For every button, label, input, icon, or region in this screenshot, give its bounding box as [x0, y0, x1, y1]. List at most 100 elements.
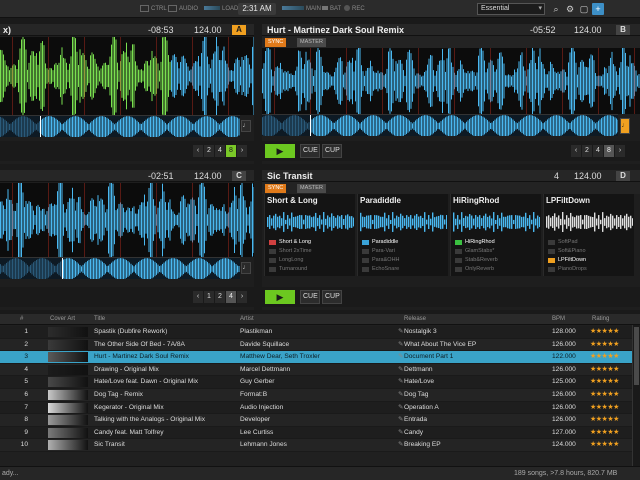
search-icon[interactable]: ⌕ [550, 3, 562, 15]
slot-cell[interactable]: GlamStabs* [453, 247, 539, 256]
deck-a-overview[interactable] [0, 115, 240, 137]
layout-select[interactable]: Essential ▾ [477, 3, 545, 15]
play-button[interactable]: ▶ [265, 290, 295, 304]
table-row[interactable]: 7 Kegerator - Original Mix Audio Injection… [0, 401, 632, 415]
slot-cell[interactable]: PianoDrops [546, 265, 632, 274]
slot-cell[interactable]: SoftPad [546, 238, 632, 247]
table-row[interactable]: 3 Hurt - Martinez Dark Soul Remix Matthew … [0, 351, 632, 364]
slot-cell[interactable]: EchoSnare [360, 265, 446, 274]
deck-a-loop-sizes[interactable]: ‹ 2 4 8 › [192, 145, 247, 157]
loop-next-icon[interactable]: › [237, 291, 247, 303]
master-button[interactable]: MASTER [297, 184, 326, 193]
deck-a-bpm[interactable]: 124.00 [194, 24, 222, 36]
edit-icon[interactable]: ✎ [398, 376, 404, 389]
deck-a-flag-button[interactable]: ♩ [241, 120, 251, 132]
col-rating[interactable]: Rating [592, 314, 609, 325]
deck-b-flag-button[interactable]: ♩ [620, 118, 630, 134]
slot-cell[interactable]: Turnaround [267, 265, 353, 274]
col-bpm[interactable]: BPM [552, 314, 565, 325]
audio-indicator[interactable]: AUDIO [168, 4, 198, 14]
fullscreen-icon[interactable]: ▢ [578, 3, 590, 15]
deck-d-letter[interactable]: D [616, 171, 630, 181]
deck-a-waveform[interactable] [0, 37, 254, 115]
deck-c-letter[interactable]: C [232, 171, 246, 181]
col-title[interactable]: Title [94, 314, 105, 325]
deck-a-letter[interactable]: A [232, 25, 246, 35]
slot-cell[interactable]: Stab&Reverb [453, 256, 539, 265]
table-row[interactable]: 4 Drawing - Original Mix Marcel Dettmann De… [0, 363, 632, 377]
cue-button[interactable]: CUE [300, 290, 320, 304]
edit-icon[interactable]: ✎ [398, 414, 404, 427]
table-row[interactable]: 10 Sic Transit Lehmann Jones Breaking EP 124… [0, 439, 632, 452]
sync-button[interactable]: SYNC [265, 38, 287, 47]
play-button[interactable]: ▶ [265, 144, 295, 158]
loop-size-active[interactable]: 4 [226, 291, 236, 303]
loop-prev-icon[interactable]: ‹ [571, 145, 581, 157]
deck-b-overview[interactable] [262, 114, 618, 136]
col-num[interactable]: # [20, 314, 23, 325]
master-button[interactable]: MASTER [297, 38, 326, 47]
loop-size-active[interactable]: 8 [604, 145, 614, 157]
table-row[interactable]: 6 Dog Tag - Remix Format:B Dog Tag 126.000 ★★… [0, 389, 632, 402]
slot-cell[interactable]: LongLong [267, 256, 353, 265]
deck-b-waveform[interactable] [262, 48, 640, 114]
cup-button[interactable]: CUP [322, 290, 342, 304]
slot-cell[interactable]: HiRingRhod [453, 238, 539, 247]
slot-cell[interactable]: Para&OHH [360, 256, 446, 265]
plus-icon[interactable]: + [592, 3, 604, 15]
slot-cell[interactable]: Para-Vari [360, 247, 446, 256]
deck-d-bpm[interactable]: 124.00 [574, 170, 602, 182]
table-row[interactable]: 2 The Other Side Of Bed - 7A/8A Davide Squ… [0, 338, 632, 352]
slot-cell[interactable]: OnlyReverb [453, 265, 539, 274]
deck-c-waveform[interactable] [0, 183, 254, 257]
loop-size[interactable]: 4 [215, 145, 225, 157]
slot-cell[interactable]: Paradiddle [360, 238, 446, 247]
edit-icon[interactable]: ✎ [398, 351, 404, 364]
table-row[interactable]: 9 Candy feat. Matt Tolfrey Lee Curtiss Cand… [0, 426, 632, 440]
edit-icon[interactable]: ✎ [398, 339, 404, 352]
slot-cell[interactable]: Short & Long [267, 238, 353, 247]
remix-slot[interactable]: Short & Long Short & Long Short 2xTime Long… [264, 194, 355, 276]
remix-slot[interactable]: LPFiltDown SoftPad Soft&Piano LPFiltDown Pia… [543, 194, 634, 276]
remix-slot[interactable]: HiRingRhod HiRingRhod GlamStabs* Stab&Rever… [450, 194, 541, 276]
deck-c-overview[interactable] [0, 257, 240, 279]
col-release[interactable]: Release [404, 314, 426, 325]
table-row[interactable]: 5 Hate/Love feat. Dawn - Original Mix Guy … [0, 376, 632, 389]
edit-icon[interactable]: ✎ [398, 389, 404, 402]
loop-size[interactable]: 2 [582, 145, 592, 157]
ctrl-indicator[interactable]: CTRL [140, 4, 167, 14]
table-row[interactable]: 8 Talking with the Analogs - Original Mix… [0, 414, 632, 427]
col-cover[interactable]: Cover Art [50, 314, 75, 325]
edit-icon[interactable]: ✎ [398, 326, 404, 339]
slot-cell[interactable]: LPFiltDown [546, 256, 632, 265]
scroll-thumb[interactable] [634, 327, 639, 385]
browser-scrollbar[interactable] [632, 325, 640, 466]
loop-next-icon[interactable]: › [237, 145, 247, 157]
loop-size[interactable]: 1 [204, 291, 214, 303]
loop-size[interactable]: 2 [204, 145, 214, 157]
loop-next-icon[interactable]: › [615, 145, 625, 157]
deck-b-bpm[interactable]: 124.00 [574, 24, 602, 36]
cup-button[interactable]: CUP [322, 144, 342, 158]
slot-cell[interactable]: Short 2xTime [267, 247, 353, 256]
rec-button[interactable]: REC [344, 4, 365, 14]
loop-prev-icon[interactable]: ‹ [193, 145, 203, 157]
loop-size[interactable]: 4 [593, 145, 603, 157]
edit-icon[interactable]: ✎ [398, 427, 404, 440]
cue-button[interactable]: CUE [300, 144, 320, 158]
loop-size-active[interactable]: 8 [226, 145, 236, 157]
deck-c-flag-button[interactable]: ♩ [241, 262, 251, 274]
table-row[interactable]: 1 Spastik (Dubfire Rework) Plastikman Nosta… [0, 326, 632, 339]
slot-cell[interactable]: Soft&Piano [546, 247, 632, 256]
sync-button[interactable]: SYNC [265, 184, 287, 193]
loop-size[interactable]: 2 [215, 291, 225, 303]
deck-b-letter[interactable]: B [616, 25, 630, 35]
deck-c-loop-sizes[interactable]: ‹ 1 2 4 › [192, 291, 247, 303]
edit-icon[interactable]: ✎ [398, 439, 404, 452]
remix-slot[interactable]: Paradiddle Paradiddle Para-Vari Para&OHH Ech… [357, 194, 448, 276]
edit-icon[interactable]: ✎ [398, 402, 404, 415]
edit-icon[interactable]: ✎ [398, 364, 404, 377]
deck-b-loop-sizes[interactable]: ‹ 2 4 8 › [570, 145, 625, 157]
deck-c-bpm[interactable]: 124.00 [194, 170, 222, 182]
col-artist[interactable]: Artist [240, 314, 254, 325]
